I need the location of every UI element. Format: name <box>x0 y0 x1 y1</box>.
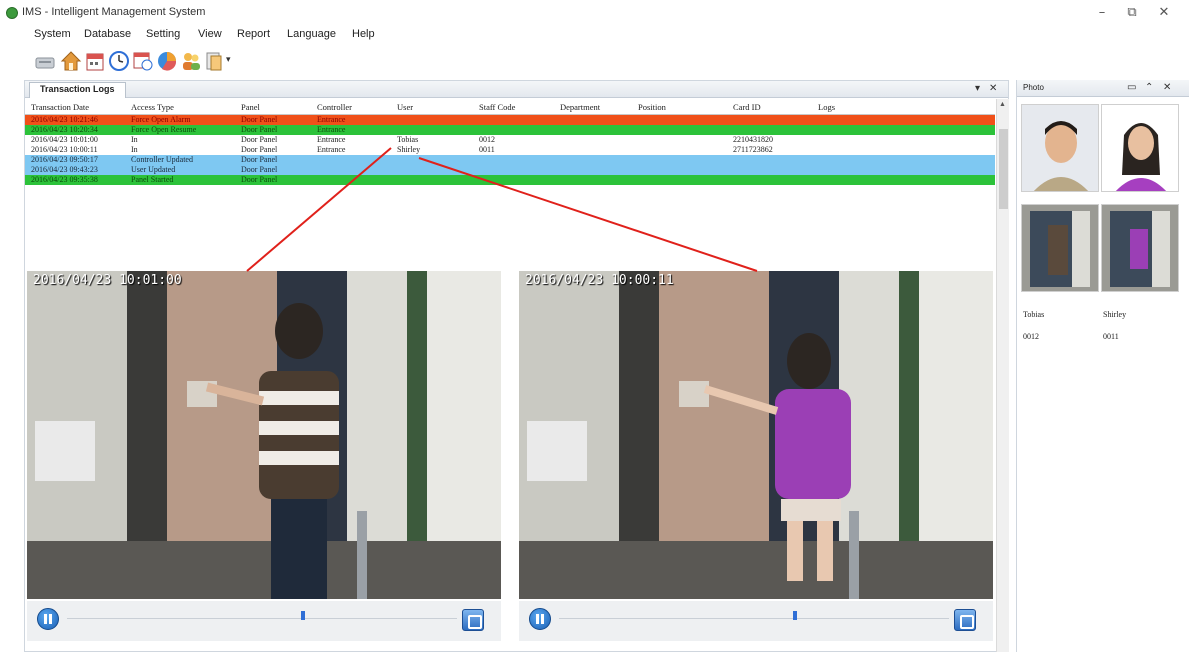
photo-pane-title: Photo <box>1023 83 1044 92</box>
close-button[interactable]: ✕ <box>1150 4 1178 22</box>
photo-pane-header: Photo ▭ ⌃ ✕ <box>1017 80 1189 97</box>
photo-snapshot-shirley[interactable] <box>1101 204 1179 292</box>
terminal-icon[interactable] <box>34 50 56 72</box>
person-staff-code: 0012 <box>1023 332 1039 341</box>
photo-portrait-shirley[interactable] <box>1101 104 1179 192</box>
snapshot-button[interactable] <box>462 609 484 631</box>
photo-pane: Photo ▭ ⌃ ✕ Tobias 0012 Shirley 0011 <box>1016 80 1189 652</box>
photo-snapshot-tobias[interactable] <box>1021 204 1099 292</box>
menu-view[interactable]: View <box>198 28 222 40</box>
pause-button[interactable] <box>37 608 59 630</box>
minimize-button[interactable]: – <box>1088 4 1116 22</box>
snapshot-button[interactable] <box>954 609 976 631</box>
person-name: Tobias <box>1023 310 1045 319</box>
title-bar: IMS - Intelligent Management System – ⧉ … <box>0 0 1189 26</box>
seek-track[interactable] <box>67 618 457 619</box>
users-icon[interactable] <box>180 50 202 72</box>
seek-thumb[interactable] <box>793 611 797 620</box>
person-name: Shirley <box>1103 310 1127 319</box>
video-feed-1[interactable]: 2016/04/23 10:01:00 <box>27 271 501 599</box>
seek-thumb[interactable] <box>301 611 305 620</box>
menu-database[interactable]: Database <box>84 28 131 40</box>
restore-button[interactable]: ⧉ <box>1118 4 1146 22</box>
float-icon[interactable]: ▭ <box>1127 82 1136 93</box>
video-controls-1 <box>27 601 501 641</box>
ims-window: IMS - Intelligent Management System – ⧉ … <box>0 0 1189 655</box>
window-title: IMS - Intelligent Management System <box>22 6 206 18</box>
person-staff-code: 0011 <box>1103 332 1119 341</box>
schedule-icon[interactable] <box>132 50 154 72</box>
toolbar-dropdown-icon[interactable]: ▾ <box>226 54 231 65</box>
home-icon[interactable] <box>60 50 82 72</box>
connector-line <box>246 147 392 272</box>
pin-icon[interactable]: ⌃ <box>1145 82 1153 93</box>
video-feed-2[interactable]: 2016/04/23 10:00:11 <box>519 271 993 599</box>
app-logo-icon <box>6 7 18 19</box>
pause-button[interactable] <box>529 608 551 630</box>
toolbar: ▾ <box>0 46 1189 76</box>
menu-bar: System Database Setting View Report Lang… <box>0 26 1189 44</box>
camera-image-1 <box>27 271 501 599</box>
menu-language[interactable]: Language <box>287 28 336 40</box>
menu-help[interactable]: Help <box>352 28 375 40</box>
transaction-logs-pane: Transaction Logs ▾ ✕ Transaction Date Ac… <box>24 80 1009 652</box>
close-icon[interactable]: ✕ <box>1163 82 1171 93</box>
menu-system[interactable]: System <box>34 28 71 40</box>
pie-chart-icon[interactable] <box>156 50 178 72</box>
photo-portrait-tobias[interactable] <box>1021 104 1099 192</box>
connector-overlay <box>246 147 758 272</box>
document-icon[interactable] <box>204 50 226 72</box>
camera-image-2 <box>519 271 993 599</box>
video-controls-2 <box>519 601 993 641</box>
seek-track[interactable] <box>559 618 949 619</box>
menu-report[interactable]: Report <box>237 28 270 40</box>
clock-icon[interactable] <box>108 50 130 72</box>
calendar-icon[interactable] <box>84 50 106 72</box>
connector-line <box>418 157 758 272</box>
menu-setting[interactable]: Setting <box>146 28 180 40</box>
